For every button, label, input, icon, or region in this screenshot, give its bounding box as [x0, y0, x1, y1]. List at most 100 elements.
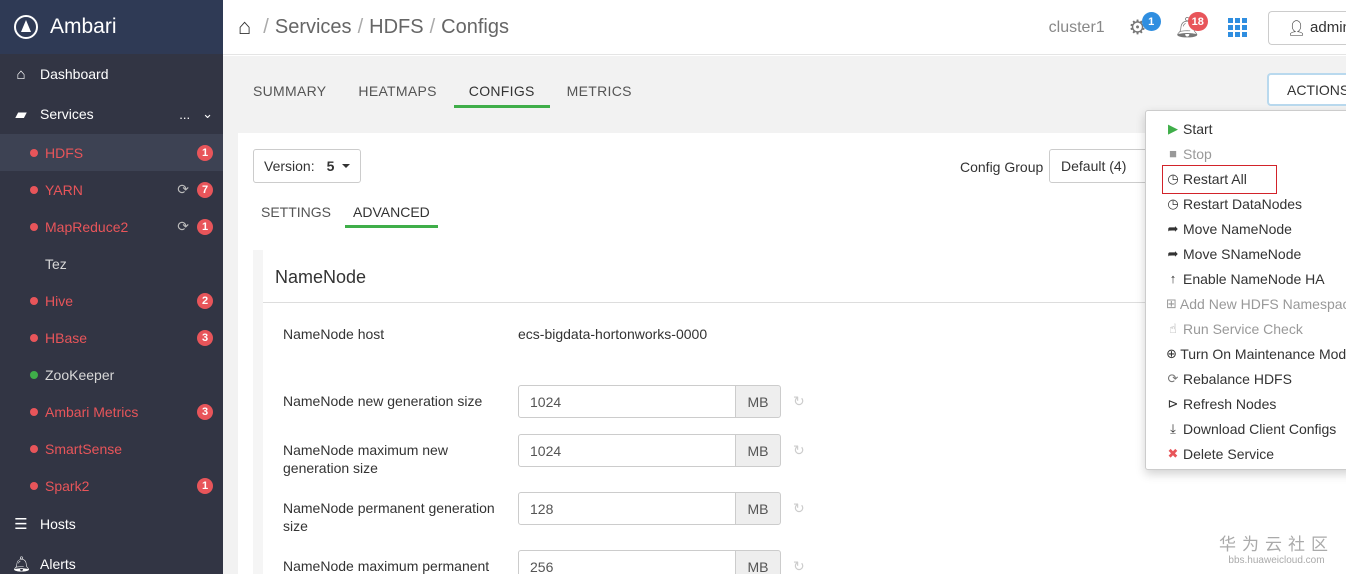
- tab-metrics[interactable]: METRICS: [552, 83, 647, 108]
- menu-item-restart-all[interactable]: ◷ Restart All: [1146, 165, 1346, 194]
- undo-icon[interactable]: ↻: [793, 393, 805, 410]
- stop-icon: ■: [1169, 146, 1177, 161]
- sidebar-service-mapreduce2[interactable]: MapReduce2 ⟳ 1: [0, 208, 223, 245]
- menu-item-download-client-configs[interactable]: ⤓ Download Client Configs: [1146, 416, 1346, 441]
- namenode-host-label: NameNode host: [283, 326, 385, 342]
- sidebar-item-dashboard[interactable]: ⌂ Dashboard: [0, 54, 223, 94]
- service-name: MapReduce2: [45, 218, 129, 235]
- service-name: Spark2: [45, 477, 90, 494]
- status-dot: [30, 444, 38, 453]
- undo-icon[interactable]: ↻: [793, 500, 805, 517]
- tab-configs[interactable]: CONFIGS: [453, 83, 550, 108]
- max-new-generation-size-input[interactable]: 1024: [518, 434, 736, 467]
- sidebar-service-hdfs[interactable]: HDFS 1: [0, 134, 223, 171]
- config-group-select[interactable]: Default (4): [1049, 149, 1149, 183]
- config-subtabs: SETTINGS ADVANCED: [253, 204, 444, 228]
- status-dot: [30, 222, 38, 231]
- sidebar-item-label: Dashboard: [40, 66, 109, 82]
- version-label: Version:: [264, 158, 315, 174]
- sidebar-item-services[interactable]: ▰ Services ... ⌄: [0, 94, 223, 134]
- sidebar-service-zookeeper[interactable]: ZooKeeper: [0, 356, 223, 393]
- alert-badge: 1: [197, 218, 213, 235]
- menu-item-rebalance-hdfs[interactable]: ⟳ Rebalance HDFS: [1146, 366, 1346, 391]
- menu-item-enable-namenode-ha[interactable]: ↑ Enable NameNode HA: [1146, 266, 1346, 291]
- permanent-generation-size-input[interactable]: 128: [518, 492, 736, 525]
- sidebar-service-hbase[interactable]: HBase 3: [0, 319, 223, 356]
- top-header: ⌂ / Services / HDFS / Configs cluster1 ⚙…: [223, 0, 1346, 55]
- brand[interactable]: Ambari: [0, 0, 223, 54]
- menu-item-maintenance-mode[interactable]: ⊕ Turn On Maintenance Mode: [1146, 341, 1346, 366]
- ambari-logo-icon: [14, 15, 38, 39]
- home-icon[interactable]: ⌂: [238, 14, 251, 40]
- service-name: SmartSense: [45, 440, 123, 457]
- user-menu-button[interactable]: 👤︎ admin: [1268, 10, 1346, 45]
- menu-item-label: Restart DataNodes: [1183, 195, 1303, 212]
- medkit-icon: ⊕: [1166, 345, 1178, 361]
- sidebar-service-spark2[interactable]: Spark2 1: [0, 467, 223, 504]
- menu-item-move-snamenode[interactable]: ➦ Move SNameNode: [1146, 241, 1346, 266]
- sidebar-service-ambari-metrics[interactable]: Ambari Metrics 3: [0, 393, 223, 430]
- more-icon[interactable]: ...: [179, 107, 190, 122]
- menu-item-move-namenode[interactable]: ➦ Move NameNode: [1146, 216, 1346, 241]
- menu-item-refresh-nodes[interactable]: ⊳ Refresh Nodes: [1146, 391, 1346, 416]
- menu-item-run-service-check[interactable]: ☝ Run Service Check: [1146, 316, 1346, 341]
- service-name: Ambari Metrics: [45, 403, 139, 420]
- apps-grid-icon[interactable]: [1228, 17, 1248, 38]
- tab-summary[interactable]: SUMMARY: [238, 83, 341, 108]
- service-name: ZooKeeper: [45, 366, 115, 383]
- sidebar-service-smartsense[interactable]: SmartSense: [0, 430, 223, 467]
- sidebar-service-hive[interactable]: Hive 2: [0, 282, 223, 319]
- briefcase-icon: ▰: [15, 106, 27, 123]
- tab-advanced[interactable]: ADVANCED: [345, 204, 438, 228]
- tab-heatmaps[interactable]: HEATMAPS: [343, 83, 451, 108]
- home-icon: ⌂: [16, 65, 26, 83]
- section-title[interactable]: NameNode: [275, 267, 366, 288]
- sidebar-service-tez[interactable]: Tez: [0, 245, 223, 282]
- menu-item-label: Stop: [1183, 145, 1212, 162]
- restart-required-icon: ⟳: [177, 218, 189, 234]
- menu-item-add-namespace[interactable]: ⊞ Add New HDFS Namespace: [1146, 291, 1346, 316]
- status-dot: [30, 260, 38, 268]
- breadcrumb-hdfs[interactable]: HDFS: [369, 16, 423, 39]
- restart-required-icon: ⟳: [177, 181, 189, 197]
- background-ops-button[interactable]: ⚙ 1: [1129, 12, 1161, 40]
- undo-icon[interactable]: ↻: [793, 442, 805, 459]
- menu-item-delete-service[interactable]: ✖ Delete Service: [1146, 441, 1346, 466]
- delete-x-icon: ✖: [1167, 445, 1179, 461]
- play-circle-icon: ⊳: [1167, 395, 1179, 411]
- status-dot: [30, 407, 38, 416]
- thumbs-up-icon: ☝: [1169, 320, 1177, 336]
- watermark-url: bbs.huaweicloud.com: [1228, 555, 1325, 566]
- alerts-button[interactable]: 🔔︎ 18: [1175, 12, 1208, 40]
- menu-item-restart-datanodes[interactable]: ◷ Restart DataNodes: [1146, 191, 1346, 216]
- sidebar-item-hosts[interactable]: ☰ Hosts: [0, 504, 223, 544]
- menu-item-label: Refresh Nodes: [1183, 395, 1277, 412]
- alert-badge: 2: [197, 292, 213, 309]
- breadcrumb-services[interactable]: Services: [275, 16, 352, 39]
- tab-settings[interactable]: SETTINGS: [253, 204, 339, 228]
- version-dropdown[interactable]: Version: 5: [253, 149, 362, 183]
- chevron-down-icon[interactable]: ⌄: [202, 106, 213, 122]
- server-icon: ☰: [14, 516, 28, 533]
- config-group-label: Config Group: [960, 159, 1044, 175]
- max-permanent-generation-size-input[interactable]: 256: [518, 550, 736, 574]
- menu-item-start[interactable]: ▶ Start: [1146, 116, 1346, 141]
- actions-menu: ▶ Start ■ Stop ◷ Restart All ◷ Restart D…: [1145, 110, 1346, 470]
- actions-button[interactable]: ACTIONS: [1267, 73, 1346, 106]
- sidebar-item-alerts[interactable]: 🔔︎ Alerts: [0, 544, 223, 574]
- alert-badge: 1: [197, 144, 213, 161]
- service-name: HDFS: [45, 144, 84, 161]
- status-dot: [30, 148, 38, 157]
- cluster-name: cluster1: [1048, 18, 1105, 36]
- status-dot: [30, 481, 38, 490]
- undo-icon[interactable]: ↻: [793, 558, 805, 574]
- watermark-text: 华为云社区: [1219, 535, 1334, 554]
- menu-item-stop[interactable]: ■ Stop: [1146, 141, 1346, 166]
- sidebar-service-yarn[interactable]: YARN ⟳ 7: [0, 171, 223, 208]
- new-generation-size-input[interactable]: 1024: [518, 385, 736, 418]
- unit-addon: MB: [735, 550, 781, 574]
- namenode-host-value: ecs-bigdata-hortonworks-0000: [518, 326, 708, 342]
- bell-icon: 🔔︎: [12, 556, 32, 573]
- watermark: 华为云社区 bbs.huaweicloud.com: [1219, 530, 1334, 566]
- version-value: 5: [326, 158, 335, 174]
